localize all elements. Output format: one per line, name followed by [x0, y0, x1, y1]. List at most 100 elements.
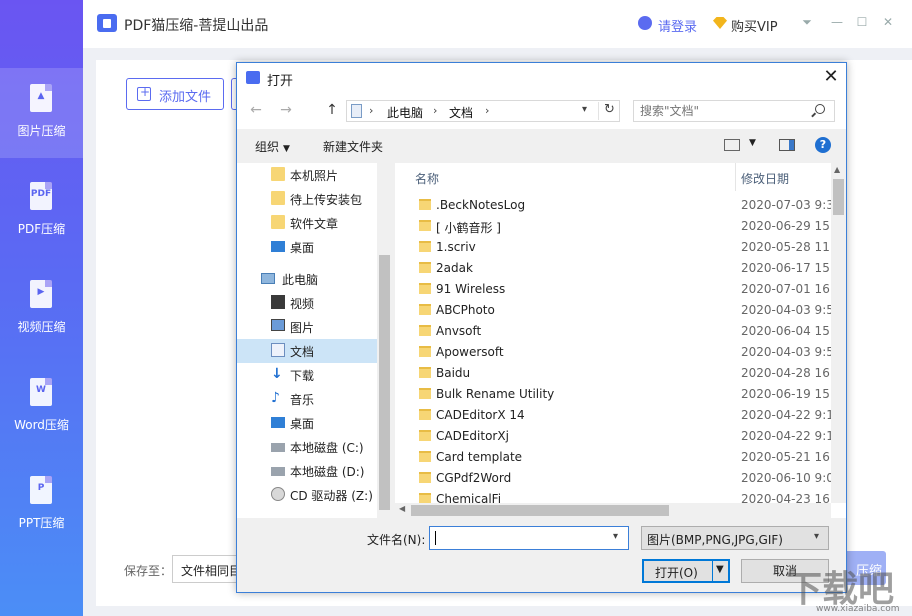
file-row[interactable]: 1.scriv 2020-05-28 11: — [395, 237, 831, 258]
scroll-left-icon[interactable]: ◀ — [399, 504, 405, 513]
file-row[interactable]: Bulk Rename Utility 2020-06-19 15: — [395, 384, 831, 405]
nav-item-pending-packages[interactable]: 待上传安装包 — [237, 187, 377, 211]
file-list-horizontal-scrollbar[interactable]: ◀ — [395, 503, 831, 518]
file-row[interactable]: ABCPhoto 2020-04-03 9:5 — [395, 300, 831, 321]
ppt-file-icon: P — [30, 476, 52, 504]
buy-vip-link[interactable]: 购买VIP — [731, 16, 778, 35]
file-name: Apowersoft — [436, 345, 504, 359]
nav-item-local-photos[interactable]: 本机照片 — [237, 163, 377, 187]
search-box[interactable] — [633, 100, 835, 122]
organize-menu[interactable]: 组织 ▼ — [255, 138, 290, 155]
file-row[interactable]: 91 Wireless 2020-07-01 16: — [395, 279, 831, 300]
text-caret — [435, 531, 436, 545]
up-arrow-icon[interactable]: ↑ — [323, 101, 341, 119]
view-options-icon[interactable] — [724, 139, 740, 151]
sidebar-item-pdf-compress[interactable]: PDF PDF压缩 — [0, 166, 83, 256]
minimize-icon[interactable]: — — [829, 14, 845, 30]
folder-icon — [419, 430, 431, 441]
file-name: Anvsoft — [436, 324, 482, 338]
file-date: 2020-07-01 16: — [741, 282, 831, 296]
chevron-down-icon[interactable]: ▼ — [749, 138, 756, 148]
nav-item-cd-drive[interactable]: CD 驱动器 (Z:) — [237, 483, 377, 507]
file-row[interactable]: Apowersoft 2020-04-03 9:5 — [395, 342, 831, 363]
menu-dropdown-icon[interactable]: ⏷ — [799, 14, 815, 30]
nav-item-music[interactable]: ♪ 音乐 — [237, 387, 377, 411]
app-logo-icon — [246, 71, 260, 84]
nav-item-label: 软件文章 — [290, 217, 339, 231]
login-link[interactable]: 请登录 — [658, 16, 697, 35]
nav-item-desktop-2[interactable]: 桌面 — [237, 411, 377, 435]
sidebar-item-ppt-compress[interactable]: P PPT压缩 — [0, 460, 83, 550]
scrollbar-thumb[interactable] — [411, 505, 669, 516]
split-divider — [712, 560, 713, 582]
search-icon[interactable] — [815, 104, 825, 114]
chevron-down-icon: ▾ — [814, 531, 820, 542]
new-folder-button[interactable]: 新建文件夹 — [323, 138, 383, 155]
help-icon[interactable]: ? — [815, 137, 831, 153]
file-row[interactable]: CADEditorXj 2020-04-22 9:1 — [395, 426, 831, 447]
navigation-bar: ← → ↑ › 此电脑 › 文档 › ▾ ↻ — [237, 93, 846, 129]
sidebar-item-image-compress[interactable]: ▲ 图片压缩 — [0, 68, 83, 158]
nav-item-videos[interactable]: 视频 — [237, 291, 377, 315]
scroll-up-icon[interactable]: ▲ — [834, 165, 840, 174]
search-input[interactable] — [640, 103, 810, 119]
file-row[interactable]: Anvsoft 2020-06-04 15: — [395, 321, 831, 342]
chevron-down-icon[interactable]: ▼ — [716, 564, 724, 575]
picture-icon — [271, 319, 285, 331]
open-button[interactable]: 打开(O) ▼ — [642, 559, 730, 583]
file-row[interactable]: .BeckNotesLog 2020-07-03 9:3 — [395, 195, 831, 216]
file-date: 2020-04-28 16: — [741, 366, 831, 380]
chevron-down-icon[interactable]: ▾ — [613, 531, 618, 542]
nav-item-label: 待上传安装包 — [290, 193, 363, 207]
breadcrumb-this-pc[interactable]: 此电脑 — [387, 104, 423, 121]
file-row[interactable]: CADEditorX 14 2020-04-22 9:1 — [395, 405, 831, 426]
chevron-down-icon[interactable]: ▾ — [582, 104, 587, 115]
preview-pane-icon[interactable] — [779, 139, 795, 151]
file-row[interactable]: Baidu 2020-04-28 16: — [395, 363, 831, 384]
add-file-button[interactable]: 添加文件 — [126, 78, 224, 110]
sidebar-item-video-compress[interactable]: ▶ 视频压缩 — [0, 264, 83, 354]
chevron-down-icon: ▼ — [283, 144, 290, 154]
nav-item-this-pc[interactable]: 此电脑 — [237, 267, 377, 291]
nav-item-label: 音乐 — [290, 393, 315, 407]
nav-item-disk-d[interactable]: 本地磁盘 (D:) — [237, 459, 377, 483]
file-row[interactable]: Card template 2020-05-21 16: — [395, 447, 831, 468]
nav-item-downloads[interactable]: ↓ 下载 — [237, 363, 377, 387]
file-name: [ 小鹤音形 ] — [436, 221, 501, 235]
save-to-select[interactable]: 文件相同目录 — [172, 555, 238, 583]
nav-item-disk-c[interactable]: 本地磁盘 (C:) — [237, 435, 377, 459]
nav-item-software-articles[interactable]: 软件文章 — [237, 211, 377, 235]
scrollbar-thumb[interactable] — [379, 255, 390, 510]
column-divider[interactable] — [735, 163, 736, 191]
sidebar-item-word-compress[interactable]: W Word压缩 — [0, 362, 83, 452]
nav-item-pictures[interactable]: 图片 — [237, 315, 377, 339]
address-bar[interactable]: › 此电脑 › 文档 › ▾ ↻ — [346, 100, 620, 122]
download-icon: ↓ — [271, 366, 283, 382]
user-icon[interactable] — [638, 16, 652, 30]
scrollbar-thumb[interactable] — [833, 179, 844, 215]
folder-icon — [271, 215, 285, 229]
column-header-name[interactable]: 名称 — [415, 170, 439, 187]
file-type-select[interactable]: 图片(BMP,PNG,JPG,GIF) ▾ — [641, 526, 829, 550]
nav-pane-scrollbar[interactable] — [377, 163, 392, 518]
nav-item-desktop[interactable]: 桌面 — [237, 235, 377, 259]
nav-item-documents[interactable]: 文档 — [237, 339, 377, 363]
dialog-close-icon[interactable]: ✕ — [821, 67, 841, 87]
file-list-vertical-scrollbar[interactable]: ▲ — [831, 163, 846, 503]
file-row[interactable]: [ 小鹤音形 ] 2020-06-29 15: — [395, 216, 831, 237]
forward-arrow-icon[interactable]: → — [277, 101, 295, 119]
nav-item-label: 本地磁盘 (C:) — [290, 441, 364, 455]
close-icon[interactable]: ✕ — [880, 14, 896, 30]
back-arrow-icon[interactable]: ← — [247, 101, 265, 119]
nav-item-label: CD 驱动器 (Z:) — [290, 489, 373, 503]
file-row[interactable]: CGPdf2Word 2020-06-10 9:0 — [395, 468, 831, 489]
file-row[interactable]: 2adak 2020-06-17 15: — [395, 258, 831, 279]
nav-item-label: 本机照片 — [290, 169, 339, 183]
refresh-icon[interactable]: ↻ — [598, 102, 620, 120]
column-header-date[interactable]: 修改日期 — [741, 170, 789, 187]
filename-input[interactable]: ▾ — [429, 526, 629, 550]
chevron-right-icon: › — [369, 104, 374, 117]
maximize-icon[interactable]: ☐ — [854, 14, 870, 30]
diamond-icon[interactable] — [713, 17, 727, 29]
breadcrumb-documents[interactable]: 文档 — [449, 104, 473, 121]
